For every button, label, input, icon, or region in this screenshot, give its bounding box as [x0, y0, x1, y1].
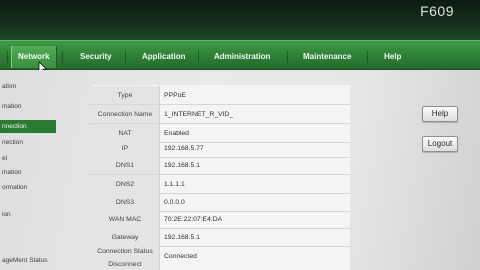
row-value: 1_INTERNET_R_VID_ [164, 111, 234, 118]
nav-maintenance[interactable]: Maintenance [303, 52, 351, 61]
nav-help[interactable]: Help [384, 52, 401, 61]
sidebar-item[interactable]: mation [0, 166, 56, 179]
info-row-connection-name: Connection Name 1_INTERNET_R_VID_ [90, 105, 350, 124]
row-value: 192.168.5.1 [164, 234, 200, 241]
row-value: Connected [164, 253, 197, 260]
nav-separator [125, 51, 126, 63]
sidebar-item[interactable]: ageMent Status [0, 254, 56, 267]
row-label: DNS1 [115, 162, 135, 169]
info-row-wan-mac: WAN MAC 70:2E:22:07:E4:DA [90, 210, 350, 229]
row-label: Connection Name [97, 111, 153, 118]
nav-security[interactable]: Security [80, 52, 112, 61]
row-label-truncated: Disconnect [108, 261, 142, 268]
row-value: 70:2E:22:07:E4:DA [164, 216, 223, 223]
row-label: Type [117, 92, 133, 99]
sidebar-item[interactable]: nection [0, 136, 56, 149]
row-label: DNS2 [115, 181, 135, 188]
nav-separator [198, 51, 199, 63]
top-navigation: Network Security Application Administrat… [0, 40, 480, 70]
nav-separator [287, 51, 288, 63]
sidebar-item[interactable]: el [0, 152, 56, 165]
row-value: 192.168.5.1 [164, 162, 200, 169]
header-band: F609 [0, 0, 480, 40]
device-model: F609 [420, 3, 454, 19]
nav-separator [367, 51, 368, 63]
nav-application[interactable]: Application [142, 52, 186, 61]
nav-administration[interactable]: Administration [214, 52, 270, 61]
help-button[interactable]: Help [422, 106, 458, 122]
sidebar-item[interactable]: ation [0, 80, 56, 93]
info-row-type: Type PPPoE [90, 86, 350, 105]
sidebar-item[interactable]: ormation [0, 181, 56, 194]
row-label: Connection Status [97, 248, 153, 255]
sidebar-item-wan-connection[interactable]: nnection [0, 120, 56, 133]
row-label: WAN MAC [108, 216, 142, 223]
logout-button[interactable]: Logout [422, 136, 458, 152]
nav-separator [7, 51, 8, 63]
info-row-dns2: DNS2 1.1.1.1 [90, 175, 350, 194]
row-value: PPPoE [164, 92, 186, 99]
nav-network[interactable]: Network [11, 46, 57, 68]
sidebar-item[interactable]: mation [0, 100, 56, 113]
row-label: Gateway [111, 234, 139, 241]
info-row-dns1: DNS1 192.168.5.1 [90, 156, 350, 175]
sidebar-item[interactable]: ion [0, 208, 56, 221]
info-row-connection-status: Connection Status Disconnect Connected [90, 246, 350, 270]
info-row-gateway: Gateway 192.168.5.1 [90, 228, 350, 247]
row-value: 1.1.1.1 [164, 181, 185, 188]
sidebar: ation mation nnection nection el mation … [0, 70, 56, 270]
nav-separator [62, 51, 63, 63]
